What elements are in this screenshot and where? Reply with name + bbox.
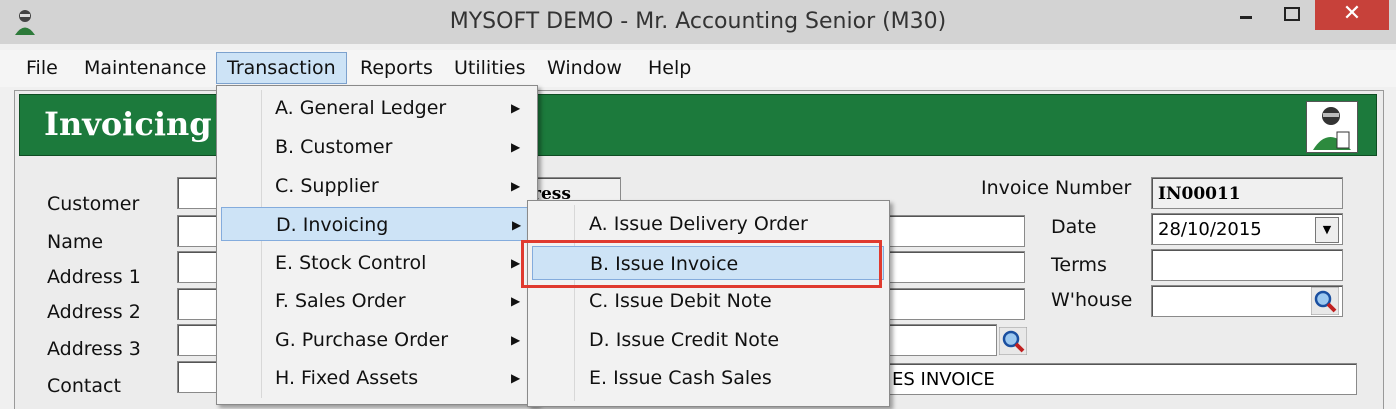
menu-item-general-ledger[interactable]: A. General Ledger ▶ [221,91,531,125]
user-icon [1306,101,1358,153]
menu-item-supplier[interactable]: C. Supplier ▶ [221,169,531,203]
submenu-item-label: A. Issue Delivery Order [589,213,808,235]
menu-item-label: D. Invoicing [276,214,389,236]
date-value: 28/10/2015 [1158,219,1262,240]
menu-item-stock-control[interactable]: E. Stock Control ▶ [221,246,531,280]
menu-window[interactable]: Window [537,53,632,83]
submenu-arrow-icon: ▶ [511,101,521,115]
menu-item-purchase-order[interactable]: G. Purchase Order ▶ [221,323,531,357]
menu-item-label: G. Purchase Order [275,329,449,351]
address2-field-right[interactable] [885,288,1025,320]
title-bar: MYSOFT DEMO - Mr. Accounting Senior (M30… [0,0,1396,44]
menu-item-label: E. Stock Control [275,252,427,274]
menu-item-label: C. Supplier [275,175,379,197]
address3-field-right[interactable] [885,324,997,356]
terms-field[interactable] [1151,249,1343,281]
close-button[interactable]: ✕ [1315,0,1389,30]
magnifier-icon[interactable] [999,327,1027,355]
menu-item-label: A. General Ledger [275,97,447,119]
address1-field-right[interactable] [885,251,1025,283]
dropdown-arrow-icon[interactable]: ▼ [1315,217,1339,243]
invoice-number-field[interactable]: IN00011 [1151,177,1343,209]
submenu-arrow-icon: ▶ [511,371,521,385]
invoice-number-label: Invoice Number [981,177,1132,199]
window-title: MYSOFT DEMO - Mr. Accounting Senior (M30… [449,9,947,34]
submenu-arrow-icon: ▶ [511,140,521,154]
address2-label: Address 2 [47,301,141,323]
menu-item-invoicing[interactable]: D. Invoicing ▶ [221,207,531,241]
menu-bar: File Maintenance Transaction Reports Uti… [0,50,1396,87]
submenu-item-label: D. Issue Credit Note [589,329,780,351]
submenu-item-issue-cash-sales[interactable]: E. Issue Cash Sales [532,361,884,395]
highlight-annotation-box [521,240,882,288]
transaction-menu: A. General Ledger ▶ B. Customer ▶ C. Sup… [216,85,538,405]
menu-utilities[interactable]: Utilities [444,53,536,83]
description-field[interactable]: ES INVOICE [885,363,1357,395]
menu-item-label: F. Sales Order [275,290,406,312]
submenu-item-issue-debit-note[interactable]: C. Issue Debit Note [532,284,884,318]
address1-label: Address 1 [47,266,141,288]
date-field[interactable]: 28/10/2015 ▼ [1151,213,1343,245]
submenu-item-issue-credit-note[interactable]: D. Issue Credit Note [532,323,884,357]
submenu-arrow-icon: ▶ [511,256,521,270]
menu-transaction[interactable]: Transaction [216,52,347,84]
menu-help[interactable]: Help [638,53,701,83]
submenu-arrow-icon: ▶ [511,294,521,308]
name-field-right[interactable] [885,215,1025,247]
terms-label: Terms [1051,254,1107,276]
submenu-arrow-icon: ▶ [512,218,522,232]
submenu-item-label: E. Issue Cash Sales [589,367,772,389]
invoicing-submenu: A. Issue Delivery Order B. Issue Invoice… [527,200,890,407]
close-icon: ✕ [1342,1,1362,26]
menu-item-customer[interactable]: B. Customer ▶ [221,130,531,164]
page-title: Invoicing [44,105,212,143]
menu-item-label: B. Customer [275,136,393,158]
submenu-item-issue-delivery-order[interactable]: A. Issue Delivery Order [532,207,884,241]
name-label: Name [47,231,104,253]
customer-label: Customer [47,193,140,215]
magnifier-icon[interactable] [1311,287,1339,315]
maximize-icon[interactable] [1270,0,1314,30]
submenu-item-label: C. Issue Debit Note [589,290,772,312]
minimize-icon[interactable] [1224,0,1268,30]
menu-item-fixed-assets[interactable]: H. Fixed Assets ▶ [221,361,531,395]
submenu-arrow-icon: ▶ [511,333,521,347]
warehouse-label: W'house [1051,289,1133,311]
menu-maintenance[interactable]: Maintenance [74,53,216,83]
menu-item-sales-order[interactable]: F. Sales Order ▶ [221,284,531,318]
date-label: Date [1051,216,1097,238]
menu-file[interactable]: File [16,53,68,83]
menu-reports[interactable]: Reports [350,53,443,83]
submenu-arrow-icon: ▶ [511,179,521,193]
menu-item-label: H. Fixed Assets [275,367,419,389]
contact-label: Contact [47,375,121,397]
address3-label: Address 3 [47,338,141,360]
